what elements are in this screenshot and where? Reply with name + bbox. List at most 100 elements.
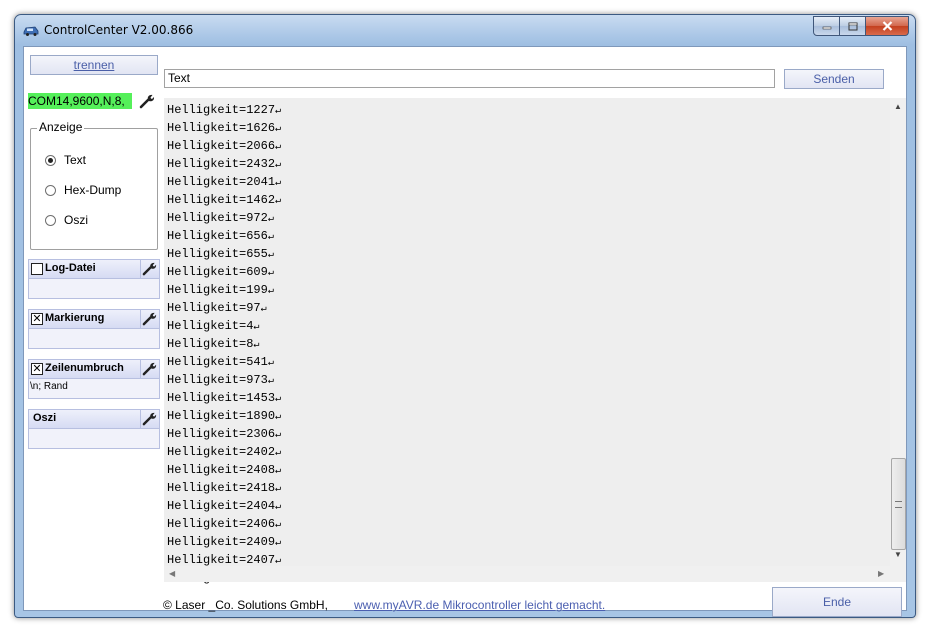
line-end-icon: ↵: [253, 322, 260, 333]
line-end-icon: ↵: [267, 268, 274, 279]
line-end-icon: ↵: [275, 394, 282, 405]
oscilloscope-wrench-icon[interactable]: [142, 411, 157, 426]
line-wrap-detail: \n; Rand: [30, 381, 68, 392]
line-end-icon: ↵: [275, 178, 282, 189]
terminal-line-text: Helligkeit=2418: [167, 481, 276, 495]
close-button[interactable]: [866, 16, 909, 36]
terminal-line: Helligkeit=1462↵: [167, 192, 281, 210]
terminal-line-text: Helligkeit=1453: [167, 391, 276, 405]
line-end-icon: ↵: [275, 160, 282, 171]
maximize-icon: [848, 22, 857, 30]
disconnect-button[interactable]: trennen: [30, 55, 158, 75]
radio-hex-dump-label: Hex-Dump: [64, 183, 122, 197]
com-port-status: COM14,9600,N,8,: [28, 93, 132, 109]
terminal-line: Helligkeit=2432↵: [167, 156, 281, 174]
terminal-line-text: Helligkeit=1890: [167, 409, 276, 423]
terminal-line: Helligkeit=1453↵: [167, 390, 281, 408]
minimize-button[interactable]: [813, 16, 840, 36]
scroll-right-arrow-icon[interactable]: ▶: [878, 569, 884, 578]
client-area: trennen COM14,9600,N,8, Anzeige Text Hex…: [23, 46, 907, 617]
radio-hex-dump-dot: [45, 184, 56, 196]
log-file-checkbox[interactable]: [31, 263, 43, 275]
marking-header: ✕ Markierung: [29, 310, 159, 329]
terminal-line-text: Helligkeit=655: [167, 247, 268, 261]
radio-text[interactable]: Text: [45, 153, 86, 167]
line-end-icon: ↵: [275, 520, 282, 531]
terminal-line: Helligkeit=2066↵: [167, 138, 281, 156]
display-mode-group: Anzeige Text Hex-Dump Oszi: [30, 120, 158, 250]
line-end-icon: ↵: [267, 214, 274, 225]
title-bar[interactable]: ControlCenter V2.00.866: [15, 15, 915, 45]
terminal-line-text: Helligkeit=2066: [167, 139, 276, 153]
terminal-line-text: Helligkeit=4: [167, 319, 254, 333]
terminal-line: Helligkeit=2409↵: [167, 534, 281, 552]
window-title: ControlCenter V2.00.866: [44, 23, 194, 37]
terminal-line-text: Helligkeit=1227: [167, 103, 276, 117]
line-end-icon: ↵: [267, 232, 274, 243]
radio-text-dot: [45, 154, 56, 166]
terminal-line: Helligkeit=655↵: [167, 246, 281, 264]
oscilloscope-separator: [140, 410, 141, 428]
oscilloscope-header: Oszi: [29, 410, 159, 429]
terminal-line: Helligkeit=1626↵: [167, 120, 281, 138]
radio-hex-dump[interactable]: Hex-Dump: [45, 183, 121, 197]
terminal-line-text: Helligkeit=2406: [167, 517, 276, 531]
terminal-line: Helligkeit=973↵: [167, 372, 281, 390]
line-wrap-title: Zeilenumbruch: [45, 362, 124, 374]
terminal-line: Helligkeit=2041↵: [167, 174, 281, 192]
marking-separator: [140, 310, 141, 328]
terminal-line: Helligkeit=8↵: [167, 336, 281, 354]
terminal-line: Helligkeit=2418↵: [167, 480, 281, 498]
terminal-line: Helligkeit=1890↵: [167, 408, 281, 426]
line-end-icon: ↵: [260, 304, 267, 315]
app-window: ControlCenter V2.00.866 trennen COM14,96…: [14, 14, 916, 618]
oscilloscope-panel: Oszi: [28, 409, 160, 449]
radio-oszi-label: Oszi: [64, 213, 88, 227]
vertical-scroll-thumb[interactable]: [891, 458, 906, 550]
scroll-grip-icon: [895, 501, 902, 508]
exit-button[interactable]: Ende: [772, 587, 902, 617]
scroll-left-arrow-icon[interactable]: ◀: [169, 569, 175, 578]
send-button[interactable]: Senden: [784, 69, 884, 89]
line-end-icon: ↵: [253, 340, 260, 351]
terminal-line: Helligkeit=972↵: [167, 210, 281, 228]
line-end-icon: ↵: [275, 448, 282, 459]
radio-text-label: Text: [64, 153, 87, 167]
log-file-panel: Log-Datei: [28, 259, 160, 299]
display-mode-legend: Anzeige: [37, 120, 85, 134]
radio-oszi-dot: [45, 214, 56, 226]
terminal-line: Helligkeit=2406↵: [167, 516, 281, 534]
log-file-separator: [140, 260, 141, 278]
terminal-line-text: Helligkeit=1462: [167, 193, 276, 207]
marking-checkbox[interactable]: ✕: [31, 313, 43, 325]
radio-oszi[interactable]: Oszi: [45, 213, 88, 227]
line-end-icon: ↵: [275, 466, 282, 477]
vertical-scrollbar[interactable]: ▲ ▼: [890, 98, 906, 566]
line-wrap-checkbox[interactable]: ✕: [31, 363, 43, 375]
disconnect-label: trennen: [73, 58, 115, 72]
wrench-icon[interactable]: [139, 93, 155, 109]
line-end-icon: ↵: [267, 250, 274, 261]
line-end-icon: ↵: [275, 196, 282, 207]
terminal-output[interactable]: Helligkeit=1227↵ Helligkeit=1626↵ Helligke…: [164, 98, 906, 585]
terminal-line-text: Helligkeit=8: [167, 337, 254, 351]
marking-panel: ✕ Markierung: [28, 309, 160, 349]
maximize-button[interactable]: [840, 16, 866, 36]
oscilloscope-title: Oszi: [33, 412, 57, 424]
marking-wrench-icon[interactable]: [142, 311, 157, 326]
send-text-input[interactable]: Text: [164, 69, 775, 88]
scroll-down-arrow-icon[interactable]: ▼: [894, 550, 902, 559]
horizontal-scrollbar[interactable]: ◀ ▶: [164, 566, 906, 582]
scroll-up-arrow-icon[interactable]: ▲: [894, 102, 902, 111]
terminal-lines: Helligkeit=1227↵ Helligkeit=1626↵ Helligke…: [167, 102, 281, 588]
log-file-wrench-icon[interactable]: [142, 261, 157, 276]
line-wrap-panel: ✕ Zeilenumbruch \n; Rand: [28, 359, 160, 399]
marking-title: Markierung: [45, 312, 105, 324]
website-link[interactable]: www.myAVR.de Mikrocontroller leicht gema…: [354, 598, 605, 612]
terminal-line-text: Helligkeit=656: [167, 229, 268, 243]
line-wrap-wrench-icon[interactable]: [142, 361, 157, 376]
terminal-line-text: Helligkeit=541: [167, 355, 268, 369]
line-end-icon: ↵: [267, 358, 274, 369]
line-end-icon: ↵: [275, 484, 282, 495]
terminal-line: Helligkeit=2408↵: [167, 462, 281, 480]
